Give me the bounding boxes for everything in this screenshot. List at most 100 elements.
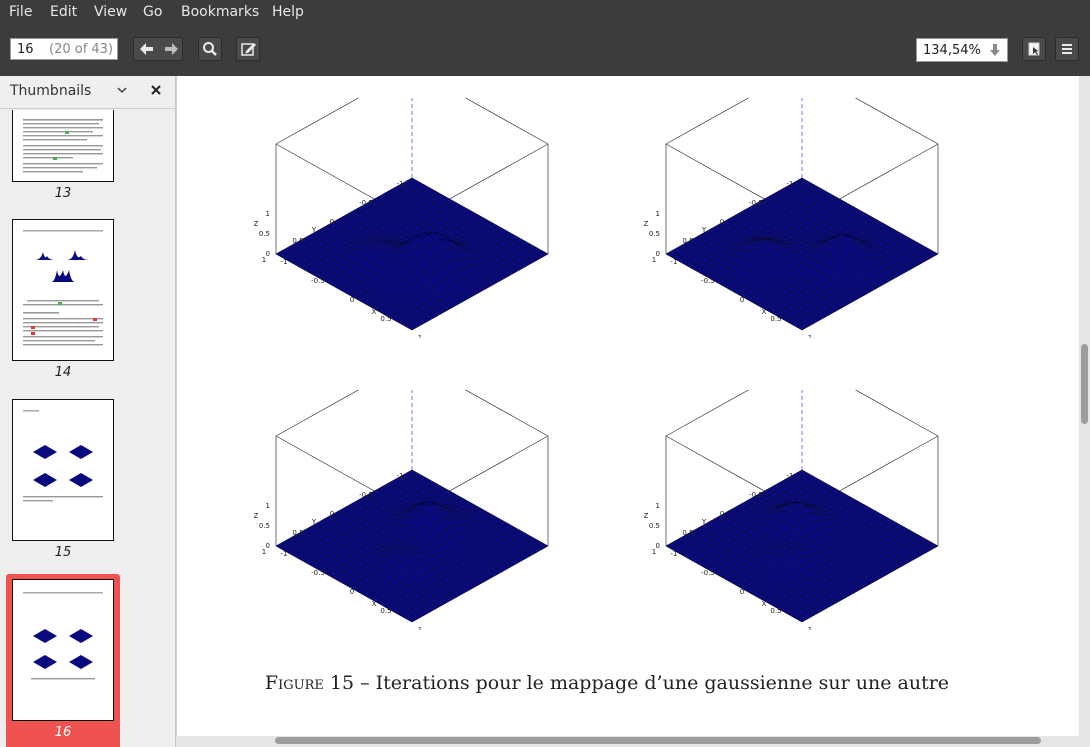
x-tick-label: 1 [808,626,812,630]
menu-bar: File Edit View Go Bookmarks Help [0,0,1090,24]
zoom-select[interactable]: 134,54% [916,38,1008,62]
surface-mesh [665,177,939,331]
y-axis-label: Y [701,518,707,526]
page-count-label: (20 of 43) [49,42,114,57]
presentation-button[interactable] [1022,37,1046,61]
y-tick-label: -1 [787,472,794,480]
y-axis-label: Y [701,226,707,234]
zoom-value: 134,54% [923,43,981,58]
y-tick-label: -0.5 [749,199,763,207]
document-page: 1 0.5 0 Z -1 -0.5 0 0.5 1 Y -1 -0.5 0 0.5 1 X 1 0.5 0 Z -1 -… [176,76,1079,736]
annotate-button[interactable] [236,37,260,61]
x-tick-label: -0.5 [311,277,325,285]
presentation-icon [1028,42,1040,56]
arrow-down-icon [990,44,1000,56]
y-tick-label: 0.5 [682,237,693,245]
y-tick-label: 0.5 [292,237,303,245]
current-page-value[interactable]: 16 [17,42,34,57]
close-icon[interactable] [150,84,162,96]
z-axis-label: Z [254,220,259,228]
thumbnail-list[interactable]: 13 14 15 16 [0,110,175,747]
y-tick-label: -1 [787,180,794,188]
page-navigation-group [133,37,183,61]
menu-view[interactable]: View [94,4,127,20]
menu-bookmarks[interactable]: Bookmarks [181,4,259,20]
x-tick-label: 0 [740,296,744,304]
y-tick-label: -1 [397,180,404,188]
x-tick-label: 0.5 [770,607,781,615]
x-tick-label: 0 [350,296,354,304]
menu-edit[interactable]: Edit [50,4,77,20]
z-tick-label: 1 [656,502,660,510]
y-tick-label: 1 [652,256,656,264]
x-tick-label: 0.5 [380,607,391,615]
y-tick-label: -1 [397,472,404,480]
thumbnail-page-14[interactable] [12,219,114,361]
thumbnail-page-16[interactable] [12,579,114,721]
figure-caption-text: – Iterations pour le mappage d’une gauss… [354,672,950,694]
y-tick-label: 0.5 [292,529,303,537]
y-axis-label: Y [311,226,317,234]
arrow-right-icon[interactable] [165,43,178,55]
menu-file[interactable]: File [9,4,32,20]
x-tick-label: -1 [671,258,678,266]
vertical-scrollbar-thumb[interactable] [1081,344,1088,424]
z-tick-label: 0.5 [259,522,270,530]
thumbnail-number-15: 15 [54,545,72,560]
hamburger-menu-icon [1062,44,1072,54]
x-tick-label: -0.5 [701,569,715,577]
thumbnail-number-14: 14 [54,365,72,380]
surface-plot-1: 10.50Z-1-0.500.51Y-1-0.500.51X [254,98,549,338]
y-tick-label: 0 [720,510,724,518]
z-axis-label: Z [644,512,649,520]
thumbnail-number-16: 16 [54,725,72,740]
x-axis-label: X [762,308,767,316]
z-axis-label: Z [644,220,649,228]
surface-plot-3: 10.50Z-1-0.500.51Y-1-0.500.51X [254,390,549,630]
toolbar: 16 (20 of 43) 134,54% [0,24,1090,76]
z-tick-label: 1 [656,210,660,218]
z-axis-label: Z [254,512,259,520]
menu-go[interactable]: Go [143,4,162,20]
y-tick-label: 1 [262,256,266,264]
sidebar-title[interactable]: Thumbnails [10,83,91,99]
y-tick-label: -0.5 [359,199,373,207]
search-icon [203,42,217,56]
x-axis-label: X [762,600,767,608]
menu-button[interactable] [1055,37,1079,61]
surface-mesh [665,469,939,623]
edit-annotate-icon [241,43,256,56]
figure-caption-label: Figure 15 [264,672,355,694]
y-tick-label: 1 [652,548,656,556]
z-tick-label: 0.5 [649,230,660,238]
x-tick-label: 0 [350,588,354,596]
x-axis-label: X [372,600,377,608]
y-tick-label: -0.5 [359,491,373,499]
document-view[interactable]: 1 0.5 0 Z -1 -0.5 0 0.5 1 Y -1 -0.5 0 0.5 1 X 1 0.5 0 Z -1 -… [176,76,1090,747]
z-tick-label: 1 [266,210,270,218]
surface-mesh [275,469,549,623]
page-number-input[interactable]: 16 (20 of 43) [10,38,118,60]
x-tick-label: -1 [671,550,678,558]
surface-mesh [275,177,549,331]
thumbnail-number-13: 13 [54,186,72,201]
x-tick-label: 0 [740,588,744,596]
z-tick-label: 0.5 [649,522,660,530]
arrow-left-icon[interactable] [140,43,153,55]
thumbnail-page-15[interactable] [12,399,114,541]
y-axis-label: Y [311,518,317,526]
y-tick-label: 1 [262,548,266,556]
x-tick-label: 0.5 [380,315,391,323]
surface-plot-2: 10.50Z-1-0.500.51Y-1-0.500.51X [644,98,939,338]
x-tick-label: -1 [281,550,288,558]
y-tick-label: -0.5 [749,491,763,499]
thumbnail-page-13[interactable] [12,110,114,182]
search-button[interactable] [198,37,222,61]
y-tick-label: 0 [330,510,334,518]
sidebar: Thumbnails 13 14 15 16 [0,76,176,747]
y-tick-label: 0.5 [682,529,693,537]
chevron-down-icon[interactable] [117,86,127,94]
x-tick-label: 1 [418,334,422,338]
horizontal-scrollbar-thumb[interactable] [275,737,1041,744]
menu-help[interactable]: Help [272,4,304,20]
